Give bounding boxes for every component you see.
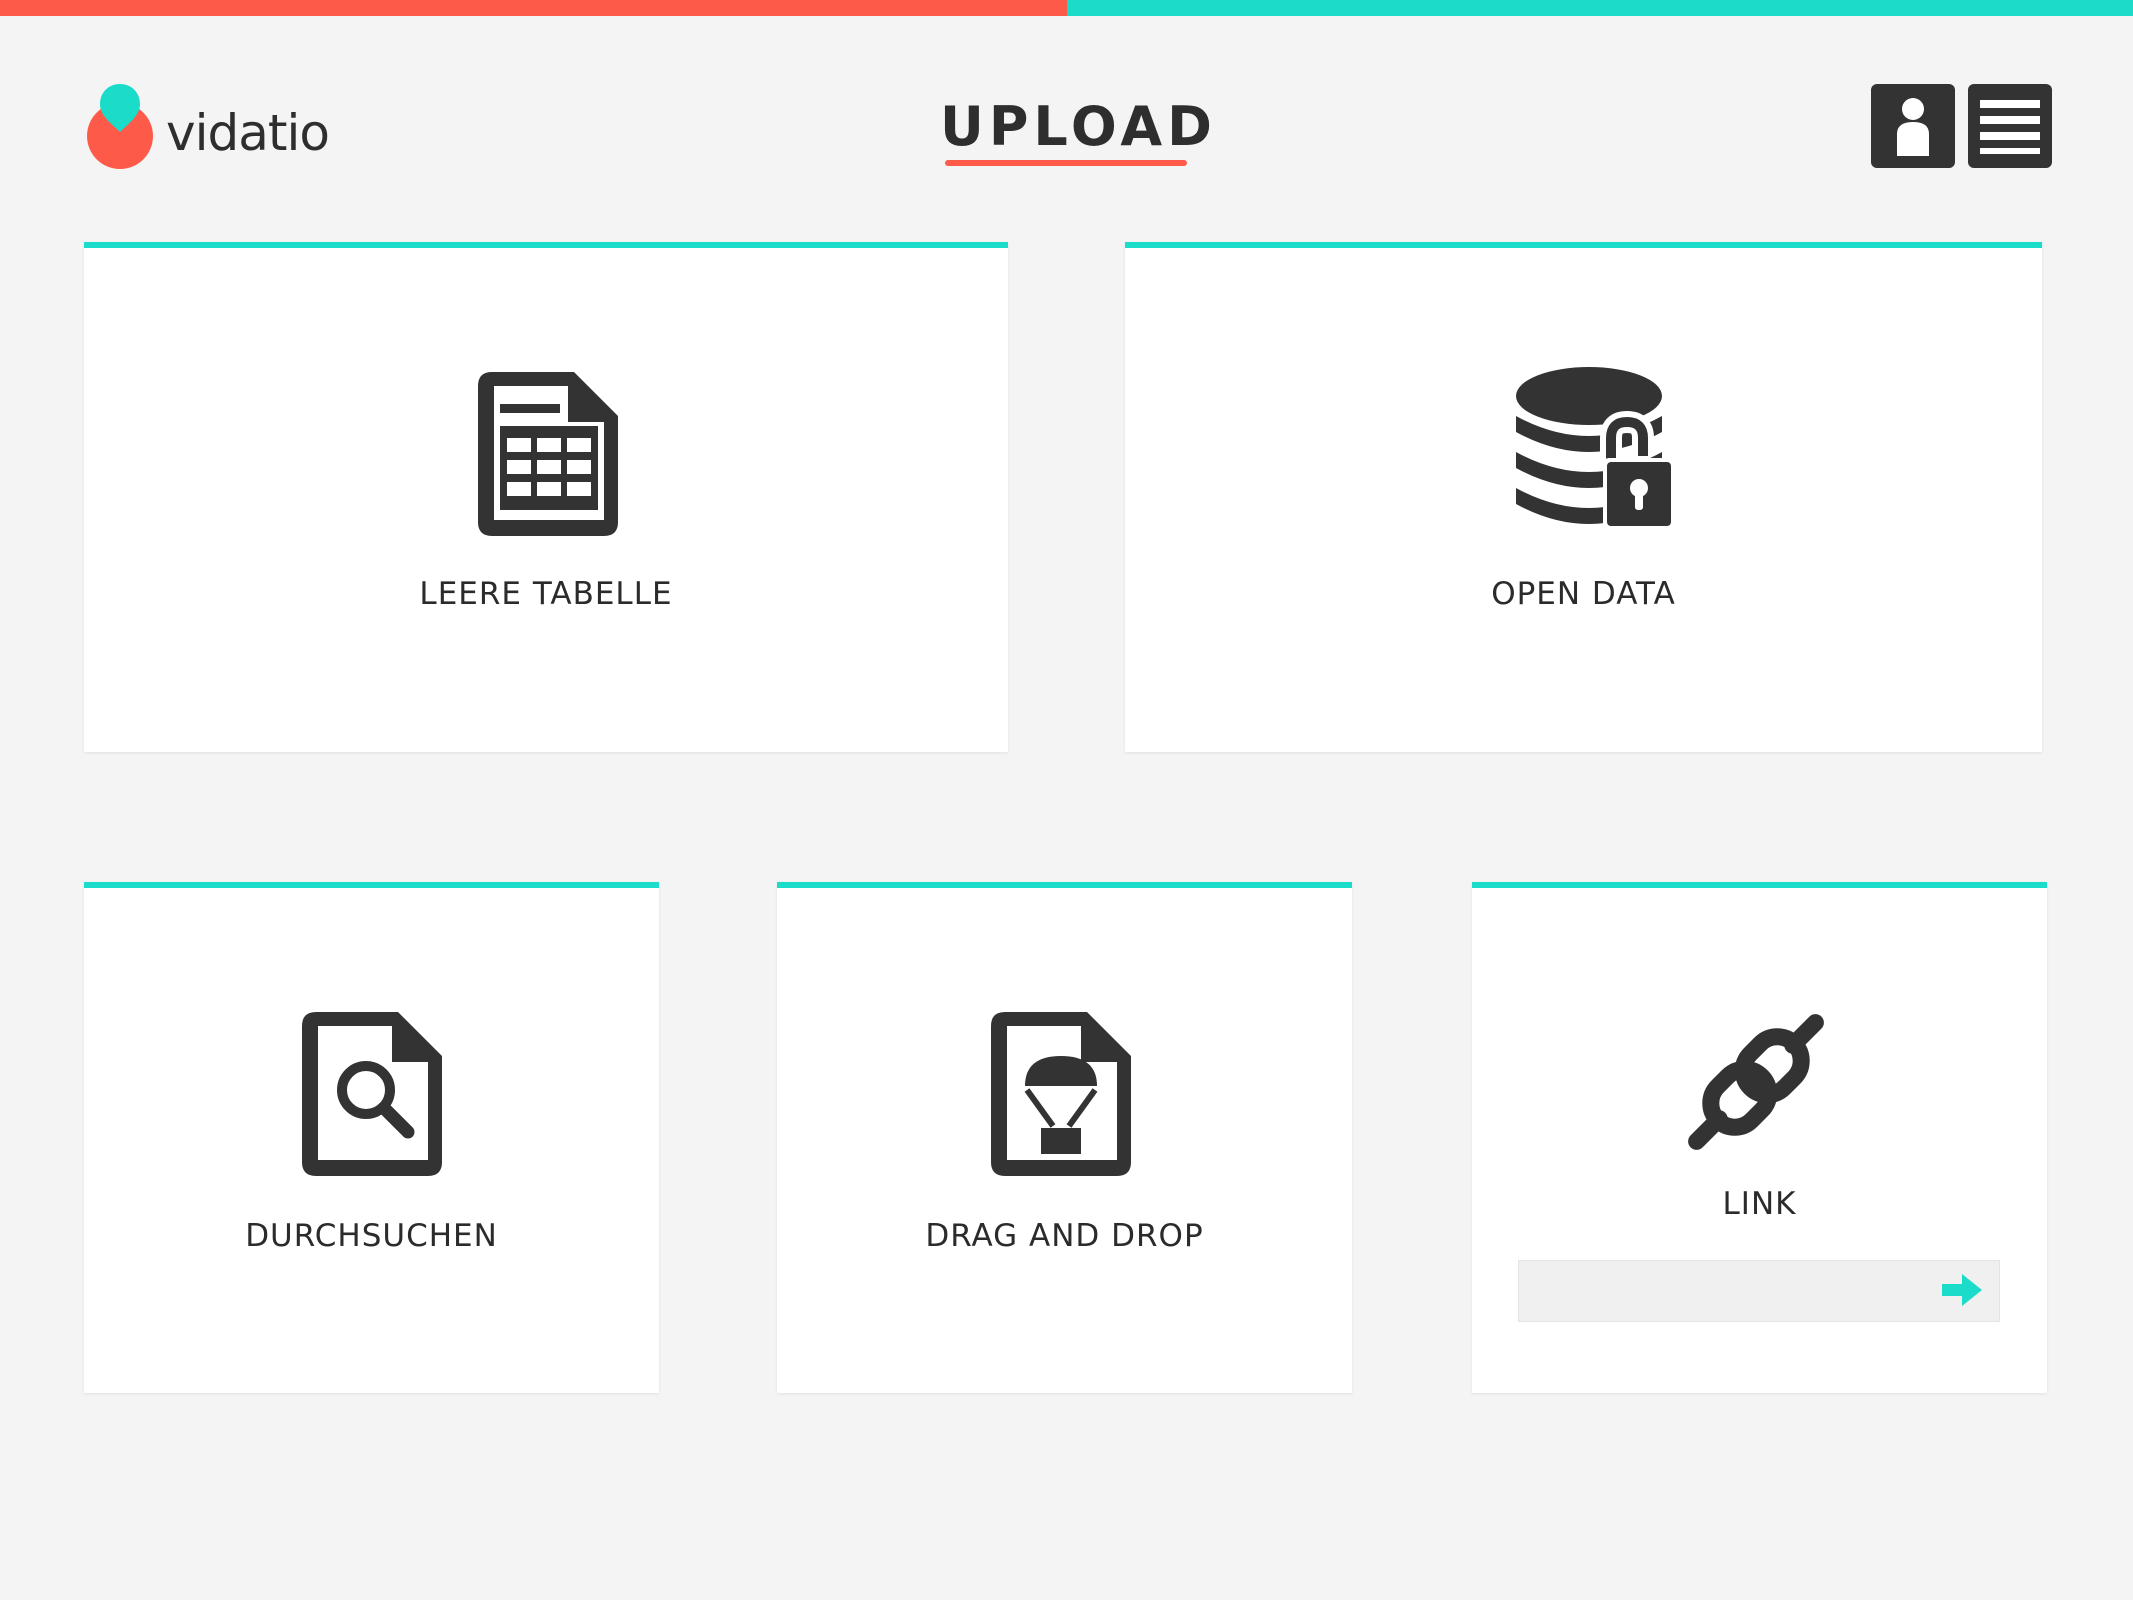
- page-title: UPLOAD: [940, 95, 1217, 158]
- option-card-drag-and-drop[interactable]: DRAG AND DROP: [777, 882, 1352, 1393]
- option-label: DRAG AND DROP: [925, 1218, 1204, 1254]
- app-name: vidatio: [166, 104, 330, 162]
- progress-fill: [0, 0, 1067, 16]
- option-label: LEERE TABELLE: [419, 576, 673, 612]
- menu-button[interactable]: [1968, 84, 2052, 168]
- database-unlock-icon: [1516, 367, 1675, 530]
- user-icon: [1897, 98, 1929, 156]
- file-parachute-icon: [991, 1012, 1131, 1176]
- vidatio-logo-icon: [87, 84, 153, 169]
- option-label: LINK: [1722, 1186, 1797, 1222]
- link-url-input[interactable]: [1518, 1260, 2000, 1322]
- option-card-empty-table[interactable]: LEERE TABELLE: [84, 242, 1008, 752]
- app-logo[interactable]: vidatio: [86, 80, 330, 180]
- option-card-link: LINK: [1472, 882, 2047, 1393]
- progress-bar: [0, 0, 2133, 16]
- arrow-right-icon[interactable]: [1940, 1272, 1984, 1308]
- progress-track: [1066, 0, 2133, 16]
- option-card-open-data[interactable]: OPEN DATA: [1125, 242, 2042, 752]
- profile-button[interactable]: [1871, 84, 1955, 168]
- file-search-icon: [302, 1012, 442, 1176]
- hamburger-menu-icon: [1980, 100, 2040, 154]
- spreadsheet-file-icon: [478, 372, 618, 536]
- chain-link-icon: [1688, 1014, 1824, 1150]
- title-underline: [945, 160, 1187, 166]
- option-label: OPEN DATA: [1491, 576, 1676, 612]
- option-card-browse[interactable]: DURCHSUCHEN: [84, 882, 659, 1393]
- option-label: DURCHSUCHEN: [245, 1218, 498, 1254]
